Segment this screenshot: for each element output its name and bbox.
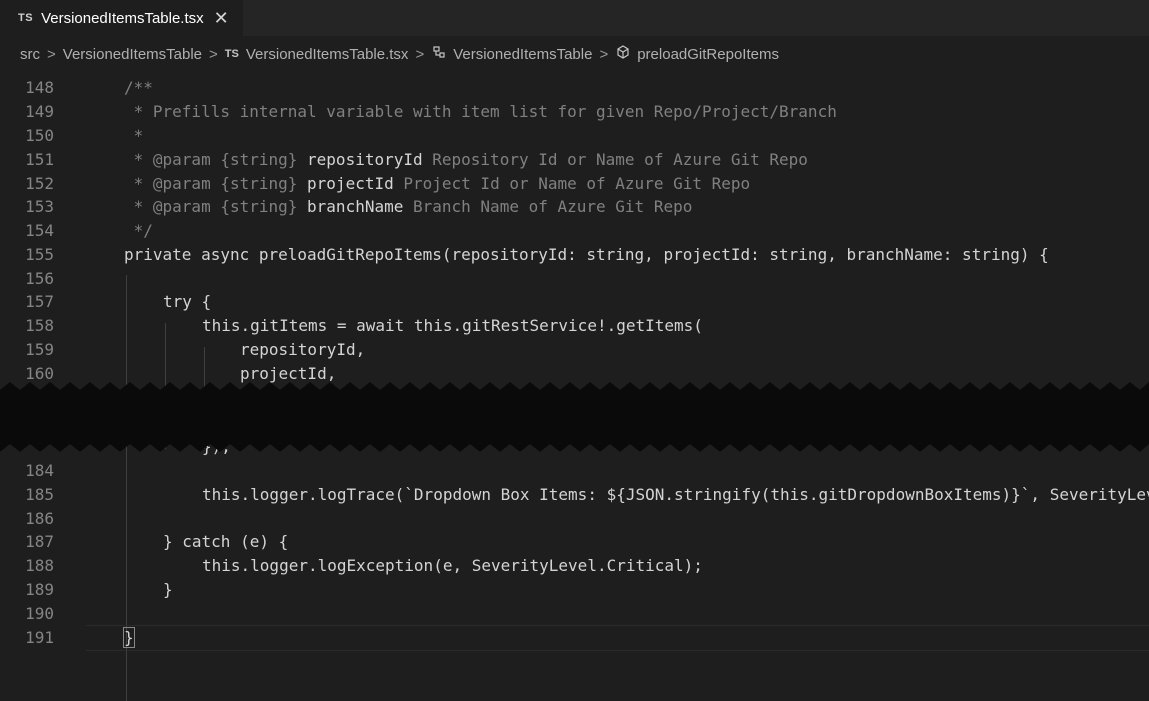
close-icon[interactable]: ✕ bbox=[214, 8, 229, 29]
chevron-right-icon: > bbox=[209, 45, 218, 63]
code-line: this.gitItems = await this.gitRestServic… bbox=[202, 316, 703, 335]
line-number: 187 bbox=[25, 532, 54, 551]
chevron-right-icon: > bbox=[599, 45, 609, 63]
line-number: 191 bbox=[25, 628, 54, 647]
code-line: try { bbox=[163, 292, 212, 311]
line-number: 152 bbox=[25, 174, 54, 193]
breadcrumb-item-src[interactable]: src bbox=[20, 46, 40, 63]
line-number: 184 bbox=[25, 461, 54, 480]
line-number: 153 bbox=[25, 197, 54, 216]
line-number: 148 bbox=[25, 78, 54, 97]
tab-versioned-items-table[interactable]: TS VersionedItemsTable.tsx ✕ bbox=[0, 0, 243, 36]
chevron-right-icon: > bbox=[47, 45, 56, 63]
class-icon bbox=[431, 44, 447, 64]
code-line: this.logger.logException(e, SeverityLeve… bbox=[202, 556, 703, 575]
method-icon bbox=[615, 44, 631, 64]
line-number: 190 bbox=[25, 604, 54, 623]
typescript-icon: TS bbox=[18, 12, 34, 24]
line-number: 158 bbox=[25, 316, 54, 335]
tab-label: VersionedItemsTable.tsx bbox=[41, 9, 204, 27]
line-number: 155 bbox=[25, 245, 54, 264]
code-line: repositoryId, bbox=[240, 340, 366, 359]
line-number: 150 bbox=[25, 126, 54, 145]
chevron-right-icon: > bbox=[415, 45, 425, 63]
code-line: * @param {string} branchName Branch Name… bbox=[124, 197, 693, 216]
current-line-highlight bbox=[86, 625, 1149, 651]
breadcrumb-item-file[interactable]: VersionedItemsTable.tsx bbox=[246, 46, 409, 63]
code-line: /** bbox=[124, 78, 153, 97]
code-line: } bbox=[163, 580, 173, 599]
breadcrumb-item-method[interactable]: preloadGitRepoItems bbox=[637, 46, 779, 63]
line-number: 189 bbox=[25, 580, 54, 599]
line-number: 186 bbox=[25, 509, 54, 528]
line-number: 159 bbox=[25, 340, 54, 359]
code-line: private async preloadGitRepoItems(reposi… bbox=[124, 245, 1049, 264]
breadcrumb-item-folder[interactable]: VersionedItemsTable bbox=[63, 46, 202, 63]
typescript-icon: TS bbox=[224, 48, 239, 60]
torn-edge bbox=[0, 382, 1149, 452]
line-number: 154 bbox=[25, 221, 54, 240]
line-number: 151 bbox=[25, 150, 54, 169]
breadcrumb-item-class[interactable]: VersionedItemsTable bbox=[453, 46, 592, 63]
line-number: 157 bbox=[25, 292, 54, 311]
breadcrumb: src > VersionedItemsTable > TS Versioned… bbox=[0, 42, 1149, 66]
tab-bar: TS VersionedItemsTable.tsx ✕ bbox=[0, 0, 1149, 36]
code-line: * bbox=[124, 126, 144, 145]
line-number: 188 bbox=[25, 556, 54, 575]
code-line: * @param {string} repositoryId Repositor… bbox=[124, 150, 808, 169]
line-number: 149 bbox=[25, 102, 54, 121]
code-line: } bbox=[123, 627, 135, 648]
code-line: } catch (e) { bbox=[163, 532, 289, 551]
line-number: 160 bbox=[25, 364, 54, 383]
code-line: this.logger.logTrace(`Dropdown Box Items… bbox=[202, 485, 1149, 504]
code-line: * @param {string} projectId Project Id o… bbox=[124, 174, 751, 193]
code-line: * Prefills internal variable with item l… bbox=[124, 102, 837, 121]
code-line: projectId, bbox=[240, 364, 337, 383]
code-line: */ bbox=[124, 221, 153, 240]
line-number: 185 bbox=[25, 485, 54, 504]
line-number: 156 bbox=[25, 269, 54, 288]
